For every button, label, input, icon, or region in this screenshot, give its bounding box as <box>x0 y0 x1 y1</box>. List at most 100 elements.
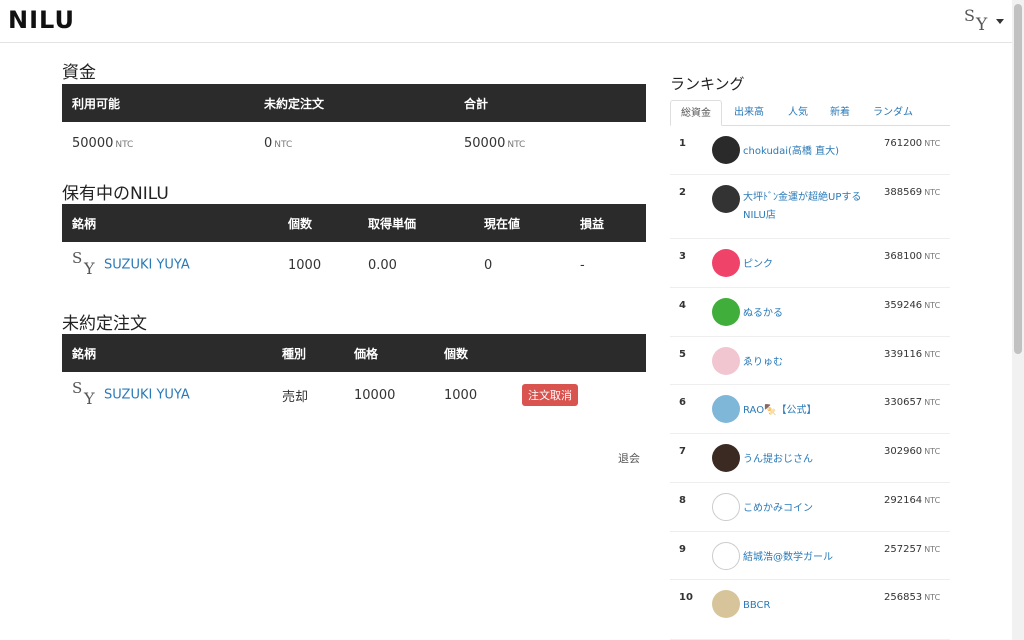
withdraw-link[interactable]: 退会 <box>618 450 640 466</box>
ranking-value: 257257 NTC <box>884 544 941 555</box>
ranking-avatar[interactable] <box>712 136 740 164</box>
ranking-item: 5 ゑりゅむ 339116 NTC <box>670 337 950 385</box>
ranking-name-link[interactable]: 結城浩@数学ガール <box>743 549 871 567</box>
holdings-header-unit-price: 取得単価 <box>358 204 474 242</box>
suzuki-yuya-logo: SY <box>72 379 95 408</box>
holdings-title: 保有中のNILU <box>62 184 169 204</box>
caret-down-icon <box>996 19 1004 24</box>
funds-header-available: 利用可能 <box>62 84 254 122</box>
ranking-avatar[interactable] <box>712 542 740 570</box>
ranking-item: 3 ピンク 368100 NTC <box>670 239 950 288</box>
ranking-avatar[interactable] <box>712 249 740 277</box>
order-symbol: SY SUZUKI YUYA <box>62 372 272 418</box>
ranking-name-link[interactable]: うん提おじさん <box>743 451 871 469</box>
ranking-avatar[interactable] <box>712 395 740 423</box>
ranking-name-link[interactable]: BBCR <box>743 597 871 615</box>
holding-symbol: SY SUZUKI YUYA <box>62 242 278 288</box>
ranking-position: 10 <box>679 592 693 603</box>
ranking-avatar[interactable] <box>712 444 740 472</box>
orders-title: 未約定注文 <box>62 314 147 334</box>
ranking-value: 330657 NTC <box>884 397 941 408</box>
order-name-link[interactable]: SUZUKI YUYA <box>104 388 190 403</box>
scrollbar[interactable] <box>1012 0 1024 640</box>
holdings-header-pnl: 損益 <box>570 204 646 242</box>
ranking-avatar[interactable] <box>712 185 740 213</box>
ranking-item: 6 RAO🍢【公式】 330657 NTC <box>670 385 950 434</box>
user-menu-dropdown[interactable]: S Y <box>964 6 1004 36</box>
holding-name-link[interactable]: SUZUKI YUYA <box>104 258 190 273</box>
ranking-item: 1 chokudai(高橋 直大) 761200 NTC <box>670 126 950 175</box>
funds-title: 資金 <box>62 63 96 83</box>
ranking-value: 256853 NTC <box>884 592 941 603</box>
ranking-avatar[interactable] <box>712 590 740 618</box>
ranking-value: 292164 NTC <box>884 495 941 506</box>
funds-total: 50000 NTC <box>464 135 526 151</box>
ranking-position: 2 <box>679 187 686 198</box>
scrollbar-thumb[interactable] <box>1014 4 1022 354</box>
holding-unit-price: 0.00 <box>368 257 397 273</box>
ranking-position: 4 <box>679 300 686 311</box>
ranking-name-link[interactable]: ぬるかる <box>743 305 871 323</box>
ranking-item: 7 うん提おじさん 302960 NTC <box>670 434 950 483</box>
funds-table: 利用可能 未約定注文 合計 50000 NTC 0 NTC 50000 NTC <box>62 84 646 164</box>
orders-header-type: 種別 <box>272 334 344 372</box>
ranking-item: 4 ぬるかる 359246 NTC <box>670 288 950 337</box>
ranking-value: 368100 NTC <box>884 251 941 262</box>
ranking-name-link[interactable]: こめかみコイン <box>743 500 871 518</box>
table-row: SY SUZUKI YUYA 1000 0.00 0 - <box>62 242 646 288</box>
user-avatar: S Y <box>964 6 988 35</box>
holdings-table: 銘柄 個数 取得単価 現在値 損益 SY SUZUKI YUYA 1000 0.… <box>62 204 646 288</box>
ranking-name-link[interactable]: ゑりゅむ <box>743 354 871 372</box>
holdings-header-symbol: 銘柄 <box>62 204 278 242</box>
ranking-position: 5 <box>679 349 686 360</box>
tab-new[interactable]: 新着 <box>820 100 860 126</box>
tab-volume[interactable]: 出来高 <box>724 100 774 126</box>
ranking-tabs: 総資金 出来高 人気 新着 ランダム <box>670 100 950 126</box>
ranking-position: 7 <box>679 446 686 457</box>
order-count: 1000 <box>444 387 478 403</box>
orders-header-price: 価格 <box>344 334 434 372</box>
ranking-position: 9 <box>679 544 686 555</box>
ranking-item: 9 結城浩@数学ガール 257257 NTC <box>670 532 950 580</box>
ranking-item: 8 こめかみコイン 292164 NTC <box>670 483 950 532</box>
cancel-order-button[interactable]: 注文取消 <box>522 384 578 406</box>
ranking-item: 10 BBCR 256853 NTC <box>670 580 950 640</box>
table-row: SY SUZUKI YUYA 売却 10000 1000 注文取消 <box>62 372 646 418</box>
tab-total-funds[interactable]: 総資金 <box>670 100 722 126</box>
ranking-position: 3 <box>679 251 686 262</box>
ranking-avatar[interactable] <box>712 493 740 521</box>
ranking-position: 1 <box>679 138 686 149</box>
order-price: 10000 <box>354 387 396 403</box>
ranking-position: 8 <box>679 495 686 506</box>
ranking-name-link[interactable]: RAO🍢【公式】 <box>743 402 871 420</box>
ranking-avatar[interactable] <box>712 298 740 326</box>
ranking-value: 339116 NTC <box>884 349 941 360</box>
brand-logo[interactable]: NILU <box>8 6 75 34</box>
navbar: NILU S Y <box>0 0 1012 43</box>
holding-count: 1000 <box>288 257 322 273</box>
order-type: 売却 <box>282 389 309 405</box>
orders-header-symbol: 銘柄 <box>62 334 272 372</box>
holdings-header-current: 現在値 <box>474 204 570 242</box>
orders-table: 銘柄 種別 価格 個数 SY SUZUKI YUYA 売却 10000 1000… <box>62 334 646 418</box>
ranking-title: ランキング <box>670 75 745 93</box>
ranking-value: 302960 NTC <box>884 446 941 457</box>
funds-pending: 0 NTC <box>264 135 293 151</box>
orders-header-count: 個数 <box>434 334 512 372</box>
funds-header-pending: 未約定注文 <box>254 84 454 122</box>
holdings-header-count: 個数 <box>278 204 358 242</box>
holding-pnl: - <box>580 257 585 273</box>
orders-header-action <box>512 334 646 372</box>
tab-popular[interactable]: 人気 <box>778 100 818 126</box>
tab-random[interactable]: ランダム <box>863 100 923 126</box>
suzuki-yuya-logo: SY <box>72 249 95 278</box>
funds-header-total: 合計 <box>454 84 646 122</box>
holding-current: 0 <box>484 257 493 273</box>
order-action: 注文取消 <box>512 372 646 418</box>
ranking-name-link[interactable]: chokudai(高橋 直大) <box>743 143 871 161</box>
ranking-name-link[interactable]: 大坪ﾄﾞﾝ金運が超絶UPするNILU店 <box>743 189 871 225</box>
ranking-name-link[interactable]: ピンク <box>743 256 871 274</box>
funds-available: 50000 NTC <box>72 135 134 151</box>
ranking-value: 761200 NTC <box>884 138 941 149</box>
ranking-avatar[interactable] <box>712 347 740 375</box>
